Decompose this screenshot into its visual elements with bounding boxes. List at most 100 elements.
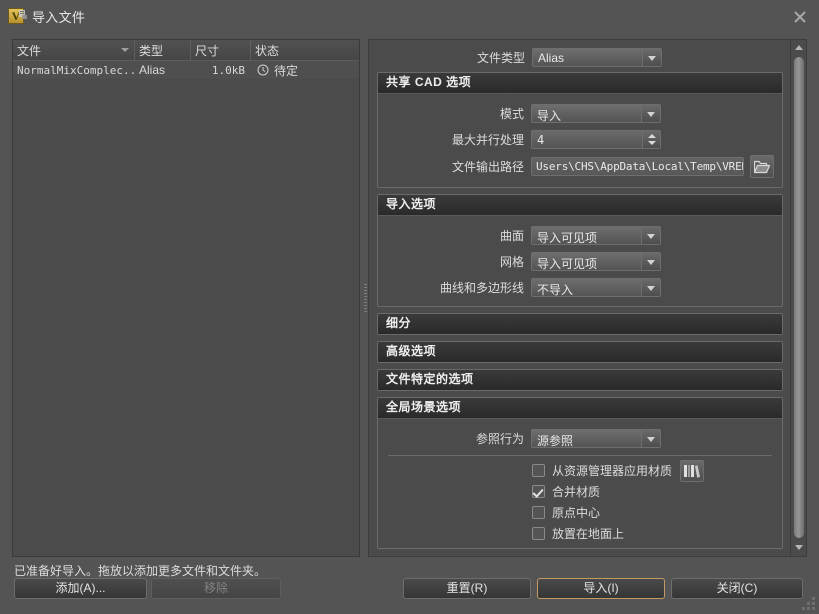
scroll-up-button[interactable] — [791, 41, 806, 55]
chevron-down-icon — [641, 278, 660, 296]
group-advanced-options: 高级选项 — [377, 341, 783, 363]
cell-file-status: 待定 — [251, 62, 359, 79]
checkbox-label-apply-materials: 从资源管理器应用材质 — [552, 464, 673, 478]
mesh-value: 导入可见项 — [537, 256, 598, 271]
max-parallel-stepper[interactable]: 4 — [531, 129, 661, 149]
chevron-down-icon — [795, 545, 803, 550]
row-surface: 曲面 导入可见项 — [384, 224, 776, 246]
output-path-value: Users\CHS\AppData\Local\Temp\VREDPro — [536, 160, 743, 173]
reference-behavior-value: 源参照 — [537, 433, 574, 448]
label-output-path: 文件输出路径 — [451, 160, 524, 174]
group-header-global-scene-options[interactable]: 全局场景选项 — [378, 398, 782, 419]
sort-descending-icon — [121, 48, 129, 52]
max-parallel-value: 4 — [537, 132, 545, 147]
checkbox-label-center-origin: 原点中心 — [552, 506, 601, 520]
row-curves: 曲线和多边形线 不导入 — [384, 276, 776, 298]
column-header-status[interactable]: 状态 — [251, 40, 359, 60]
close-button[interactable]: 关闭(C) — [671, 578, 803, 599]
curves-dropdown[interactable]: 不导入 — [531, 277, 661, 297]
checkbox-label-place-on-ground: 放置在地面上 — [552, 527, 625, 541]
row-mode: 模式 导入 — [384, 102, 776, 124]
group-global-scene-options: 全局场景选项 参照行为 源参照 从资源管理器应用材质 合并材质 原点中心 放置在… — [377, 397, 783, 549]
folder-open-icon — [754, 160, 770, 173]
row-mesh: 网格 导入可见项 — [384, 250, 776, 272]
stepper-arrows-icon[interactable] — [642, 130, 660, 148]
surface-dropdown[interactable]: 导入可见项 — [531, 225, 661, 245]
group-body-shared-cad: 模式 导入 最大并行处理 4 文件输出路径 Users\CHS\AppData\… — [378, 94, 782, 187]
status-badge: 待定 — [274, 63, 299, 78]
cell-file-name: NormalMixComplec... — [17, 63, 135, 77]
chevron-down-icon — [641, 226, 660, 244]
group-header-advanced-options[interactable]: 高级选项 — [378, 342, 782, 362]
chevron-down-icon — [642, 48, 661, 66]
label-mode: 模式 — [499, 106, 524, 121]
chevron-up-icon — [795, 45, 803, 50]
status-text: 已准备好导入。拖放以添加更多文件和文件夹。 — [14, 564, 267, 578]
add-button[interactable]: 添加(A)... — [14, 578, 147, 599]
divider — [388, 455, 772, 456]
group-header-import-options[interactable]: 导入选项 — [378, 195, 782, 216]
browse-folder-button[interactable] — [750, 155, 774, 178]
checkbox-row-merge-materials[interactable]: 合并材质 — [384, 481, 776, 502]
scroll-down-button[interactable] — [791, 541, 806, 555]
scrollbar-thumb[interactable] — [794, 57, 804, 538]
label-reference-behavior: 参照行为 — [475, 431, 524, 446]
column-header-size[interactable]: 尺寸 — [191, 40, 251, 60]
options-scrollbar[interactable] — [790, 40, 806, 556]
table-row[interactable]: NormalMixComplec... Alias 1.0kB 待定 — [13, 61, 359, 79]
options-panel: 文件类型 Alias 共享 CAD 选项 模式 导入 最大并行处理 4 文件输出… — [368, 39, 807, 557]
label-file-type: 文件类型 — [476, 50, 525, 65]
import-button[interactable]: 导入(I) — [537, 578, 665, 599]
label-curves: 曲线和多边形线 — [439, 280, 524, 295]
group-header-file-specific-options[interactable]: 文件特定的选项 — [378, 370, 782, 390]
options-scroll-content: 文件类型 Alias 共享 CAD 选项 模式 导入 最大并行处理 4 文件输出… — [369, 40, 791, 556]
row-output-path: 文件输出路径 Users\CHS\AppData\Local\Temp\VRED… — [384, 154, 776, 179]
column-header-type[interactable]: 类型 — [135, 40, 191, 60]
file-type-dropdown[interactable]: Alias — [532, 47, 662, 67]
title-bar: V 导入文件 — [0, 0, 819, 32]
checkbox-row-center-origin[interactable]: 原点中心 — [384, 502, 776, 523]
row-reference-behavior: 参照行为 源参照 — [384, 427, 776, 449]
output-path-input[interactable]: Users\CHS\AppData\Local\Temp\VREDPro — [531, 157, 744, 176]
clock-icon — [257, 64, 269, 76]
label-max-parallel: 最大并行处理 — [451, 132, 524, 147]
checkbox-merge-materials[interactable] — [532, 485, 545, 498]
group-file-specific-options: 文件特定的选项 — [377, 369, 783, 391]
resize-grip-icon[interactable] — [802, 597, 816, 611]
document-badge-icon — [19, 10, 27, 19]
mesh-dropdown[interactable]: 导入可见项 — [531, 251, 661, 271]
row-file-type: 文件类型 Alias — [377, 46, 783, 68]
chevron-down-icon — [641, 104, 660, 122]
library-books-button[interactable] — [680, 459, 705, 482]
file-list-panel: 文件 类型 尺寸 状态 NormalMixComplec... Alias 1.… — [12, 39, 360, 557]
group-header-subdivision[interactable]: 细分 — [378, 314, 782, 334]
remove-button: 移除 — [151, 578, 281, 599]
group-shared-cad-options: 共享 CAD 选项 模式 导入 最大并行处理 4 文件输出路径 Users\CH… — [377, 72, 783, 188]
cell-file-size: 1.0kB — [211, 63, 245, 77]
group-subdivision: 细分 — [377, 313, 783, 335]
curves-value: 不导入 — [537, 282, 574, 297]
label-surface: 曲面 — [499, 228, 524, 243]
reset-button[interactable]: 重置(R) — [403, 578, 531, 599]
column-header-file[interactable]: 文件 — [13, 40, 135, 60]
group-header-shared-cad[interactable]: 共享 CAD 选项 — [378, 73, 782, 94]
file-type-value: Alias — [538, 50, 565, 65]
reference-behavior-dropdown[interactable]: 源参照 — [531, 428, 661, 448]
checkbox-apply-materials[interactable] — [532, 464, 545, 477]
chevron-down-icon — [641, 252, 660, 270]
file-list-header: 文件 类型 尺寸 状态 — [13, 40, 359, 61]
close-icon[interactable] — [789, 6, 811, 28]
splitter-grip-icon — [364, 284, 367, 312]
row-max-parallel: 最大并行处理 4 — [384, 128, 776, 150]
mode-dropdown[interactable]: 导入 — [531, 103, 661, 123]
import-files-dialog: V 导入文件 文件 类型 尺寸 状态 NormalMixComplec... A… — [0, 0, 819, 614]
group-import-options: 导入选项 曲面 导入可见项 网格 导入可见项 曲线和多边形线 不导入 — [377, 194, 783, 307]
checkbox-center-origin[interactable] — [532, 506, 545, 519]
checkbox-row-apply-materials[interactable]: 从资源管理器应用材质 — [384, 459, 776, 482]
library-books-icon — [684, 464, 701, 478]
checkbox-row-place-on-ground[interactable]: 放置在地面上 — [384, 523, 776, 544]
label-mesh: 网格 — [499, 254, 524, 269]
checkbox-label-merge-materials: 合并材质 — [552, 485, 601, 499]
checkbox-place-on-ground[interactable] — [532, 527, 545, 540]
page-title: 导入文件 — [32, 10, 86, 25]
